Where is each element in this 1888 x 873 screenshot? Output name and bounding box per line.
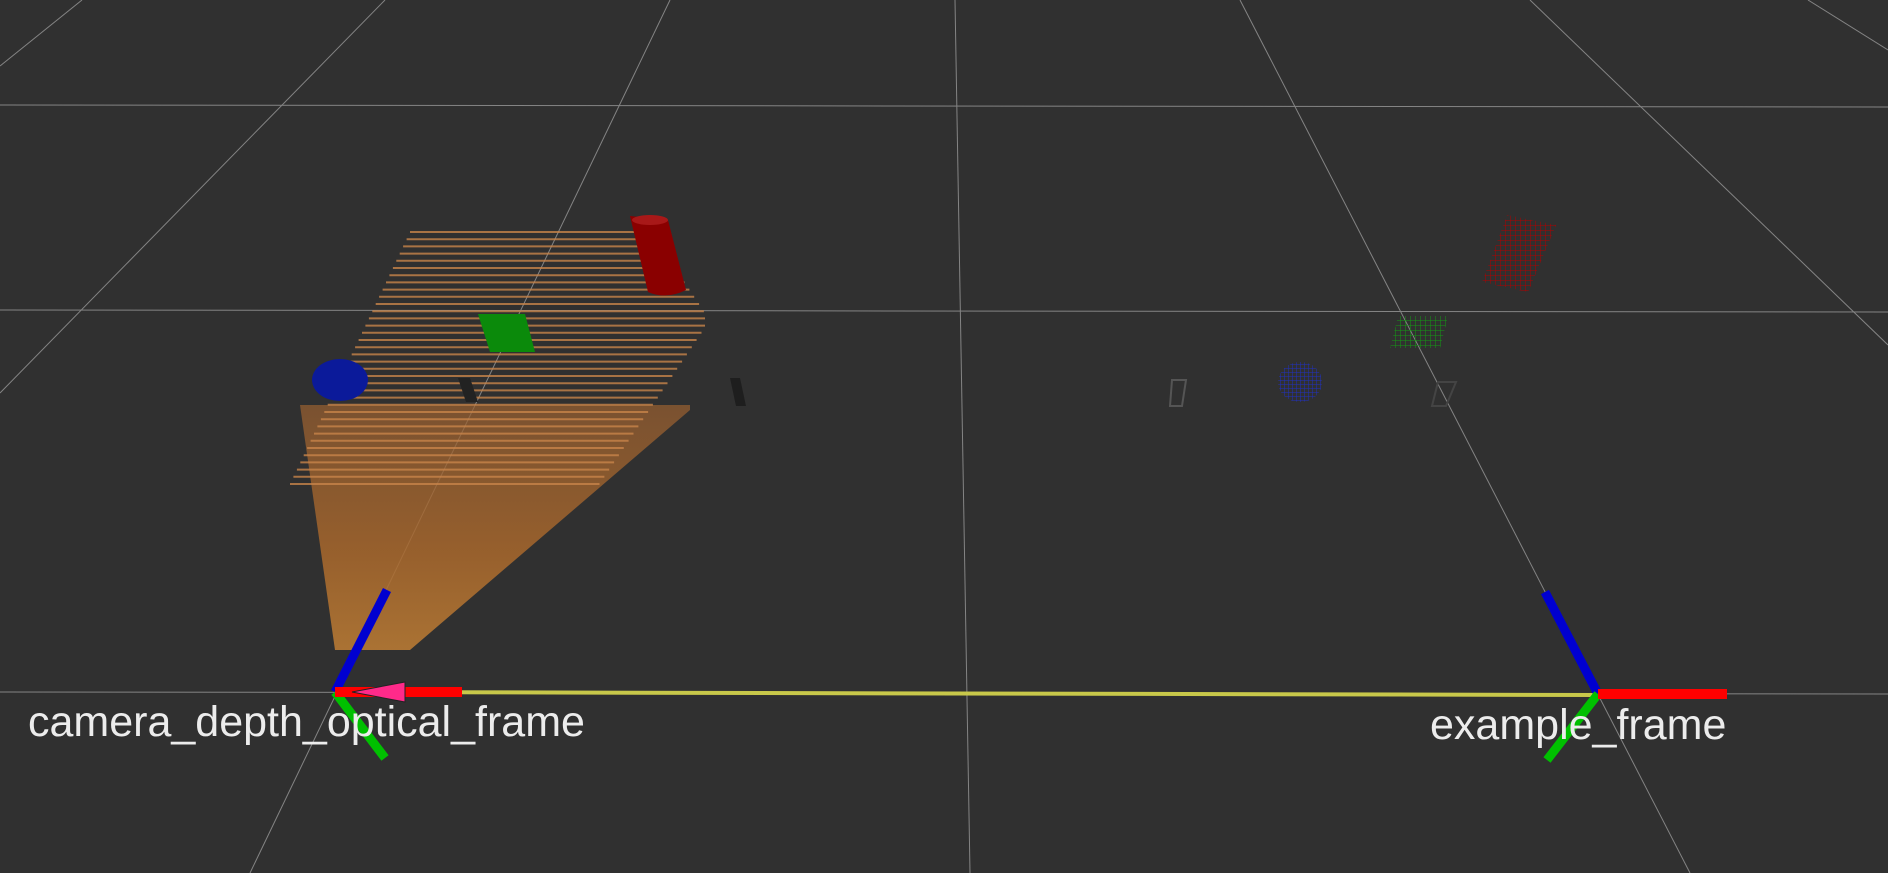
frame-label-camera-depth-optical: camera_depth_optical_frame xyxy=(28,698,585,746)
blue-sphere-mesh-marker xyxy=(1278,362,1322,402)
gray-marker-left-2 xyxy=(730,378,746,406)
blue-sphere-marker xyxy=(312,359,368,401)
red-cylinder-marker xyxy=(630,216,686,296)
red-cylinder-mesh-marker xyxy=(1482,215,1556,292)
green-plane-mesh-marker xyxy=(1390,316,1448,348)
example-markers xyxy=(1168,215,1556,407)
gray-mesh-marker-1 xyxy=(1168,379,1188,407)
frame-label-example: example_frame xyxy=(1430,701,1727,749)
example-z-axis xyxy=(1541,589,1602,697)
gray-mesh-marker-2 xyxy=(1430,381,1458,407)
red-cylinder-top xyxy=(632,215,668,225)
tf-link xyxy=(334,690,1599,697)
point-cloud xyxy=(290,231,705,650)
